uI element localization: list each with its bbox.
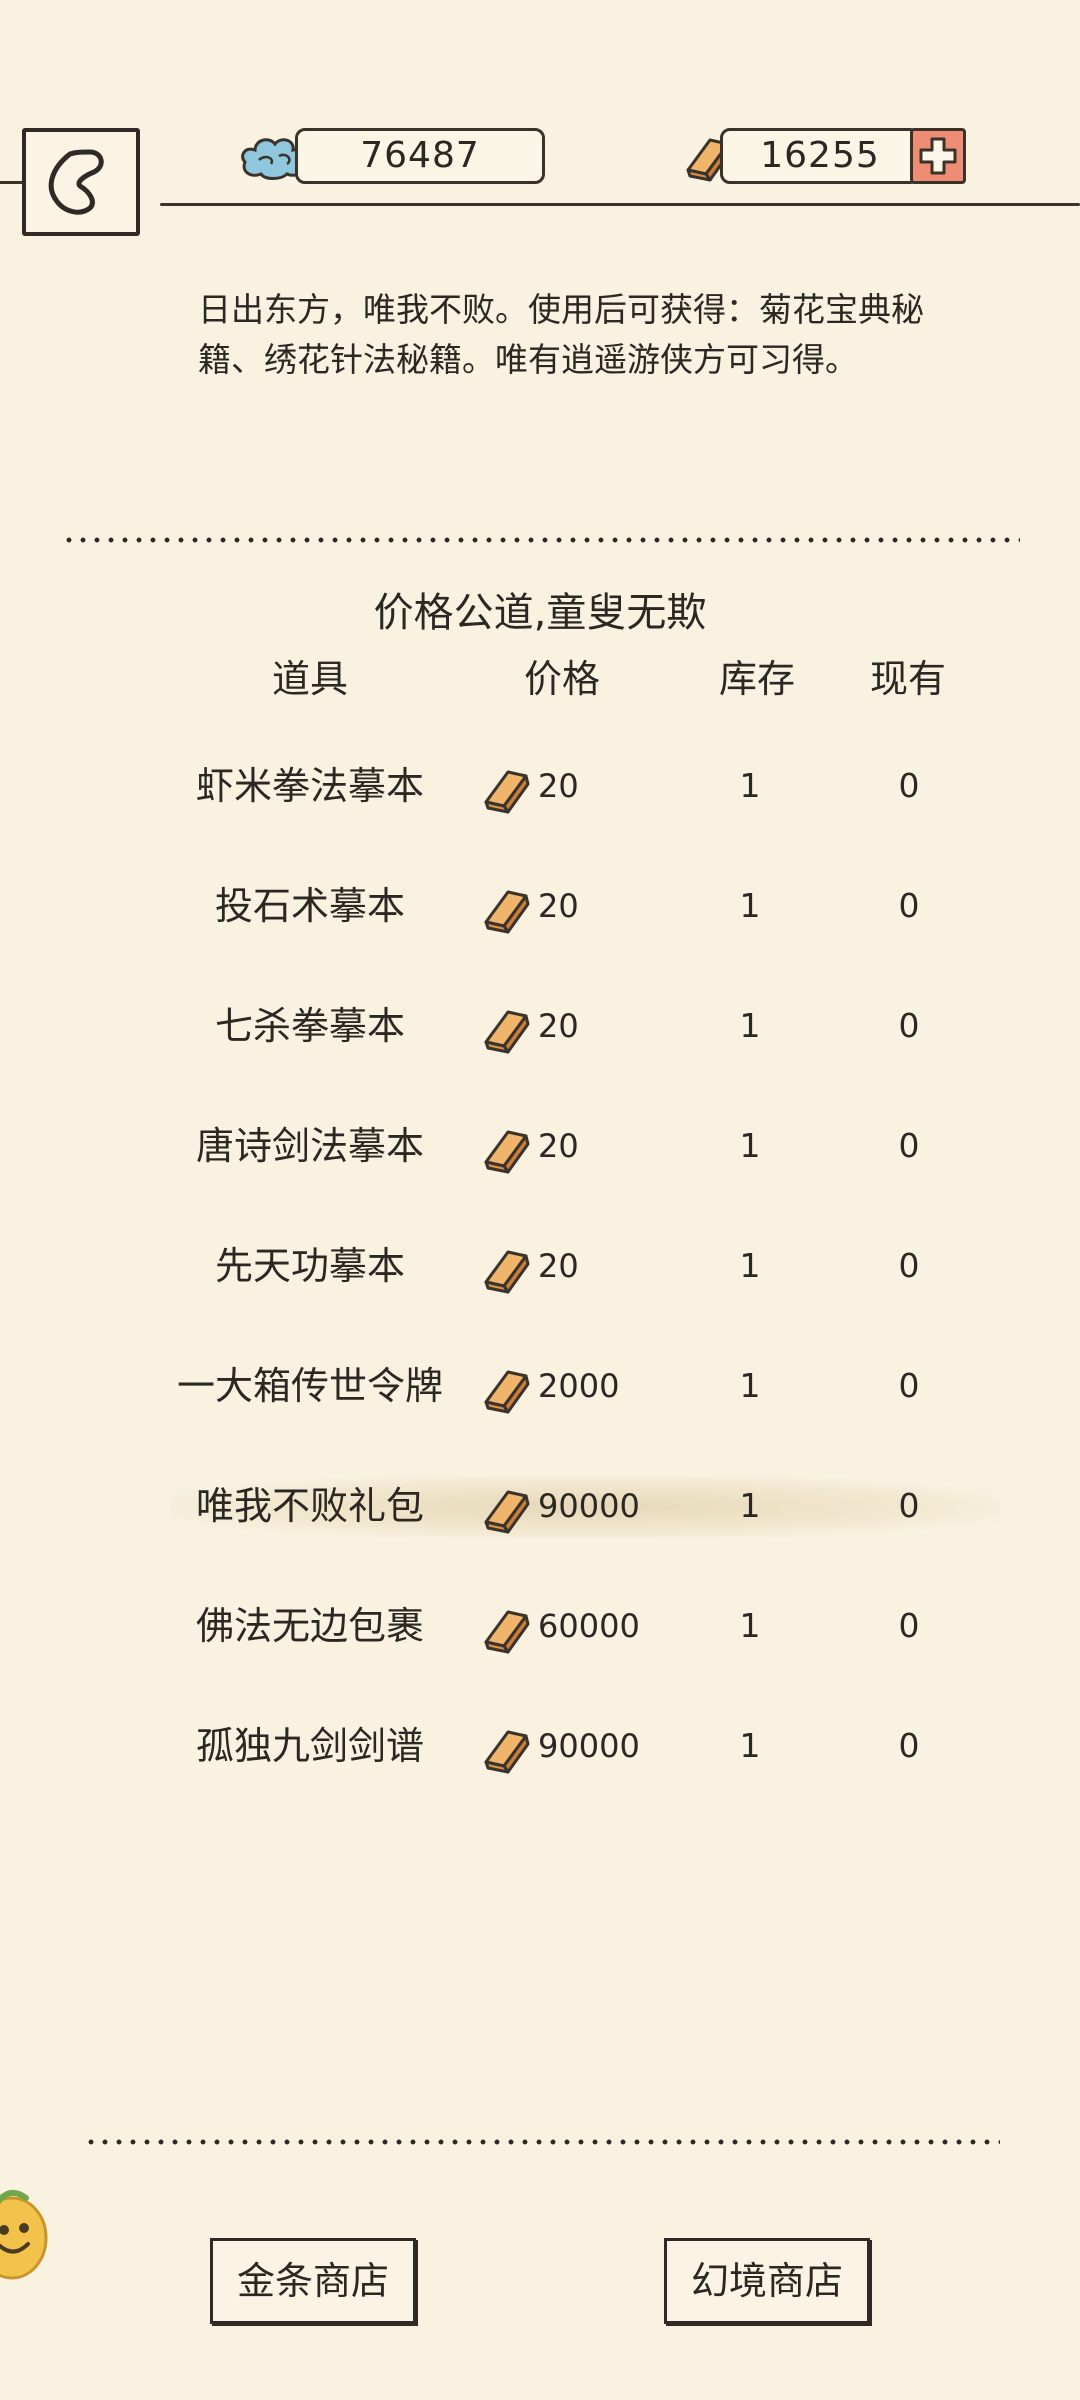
- item-stock: 1: [739, 1366, 761, 1405]
- shop-item-row[interactable]: 投石术摹本 20 1 0: [0, 846, 1080, 966]
- item-owned: 0: [898, 1726, 920, 1765]
- silver-counter: 76487: [235, 128, 555, 184]
- item-name: 虾米拳法摹本: [195, 764, 424, 808]
- shop-item-list: 虾米拳法摹本 20 1 0 投石术摹本 20 1 0 七杀拳摹本 20 1 0 …: [0, 726, 1080, 1806]
- item-stock: 1: [739, 1726, 761, 1765]
- header-divider: [160, 203, 1080, 206]
- item-description: 日出东方，唯我不败。使用后可获得：菊花宝典秘籍、绣花针法秘籍。唯有逍遥游侠方可习…: [198, 290, 924, 379]
- gold-bar-icon: [478, 1600, 534, 1660]
- shop-item-row[interactable]: 唐诗剑法摹本 20 1 0: [0, 1086, 1080, 1206]
- back-button[interactable]: [22, 128, 140, 236]
- table-header: 道具 价格 库存 现有: [0, 648, 1080, 704]
- item-owned: 0: [898, 1366, 920, 1405]
- silver-amount: 76487: [295, 128, 545, 184]
- dotted-divider-bottom: [84, 2138, 1000, 2146]
- item-owned: 0: [898, 1606, 920, 1645]
- gold-bar-icon: [478, 880, 534, 940]
- item-owned: 0: [898, 886, 920, 925]
- gold-shop-button[interactable]: 金条商店: [210, 2238, 416, 2324]
- mascot-icon[interactable]: [0, 2178, 60, 2302]
- item-price: 20: [538, 767, 579, 805]
- item-stock: 1: [739, 1126, 761, 1165]
- shop-item-row-selected[interactable]: 唯我不败礼包 90000 1 0: [0, 1446, 1080, 1566]
- item-owned: 0: [898, 766, 920, 805]
- shop-title: 价格公道,童叟无欺: [373, 590, 707, 636]
- gold-bar-icon: [478, 1240, 534, 1300]
- shop-item-row[interactable]: 孤独九剑剑谱 90000 1 0: [0, 1686, 1080, 1806]
- gold-bar-icon: [478, 760, 534, 820]
- shop-item-row[interactable]: 佛法无边包裹 60000 1 0: [0, 1566, 1080, 1686]
- item-price: 90000: [538, 1727, 640, 1765]
- item-price: 20: [538, 1127, 579, 1165]
- dotted-divider-top: [62, 536, 1020, 544]
- item-stock: 1: [739, 1006, 761, 1045]
- item-stock: 1: [739, 1486, 761, 1525]
- gold-amount: 16255: [720, 128, 920, 184]
- item-stock: 1: [739, 1246, 761, 1285]
- gold-bar-icon: [478, 1000, 534, 1060]
- header-item: 道具: [271, 657, 348, 701]
- shop-item-row[interactable]: 虾米拳法摹本 20 1 0: [0, 726, 1080, 846]
- item-name: 先天功摹本: [214, 1244, 405, 1288]
- header-price: 价格: [523, 657, 600, 701]
- header-owned: 现有: [869, 657, 946, 701]
- item-name: 唐诗剑法摹本: [195, 1124, 424, 1168]
- item-owned: 0: [898, 1006, 920, 1045]
- item-owned: 0: [898, 1246, 920, 1285]
- item-name: 一大箱传世令牌: [176, 1364, 443, 1408]
- shop-item-row[interactable]: 先天功摹本 20 1 0: [0, 1206, 1080, 1326]
- item-stock: 1: [739, 1606, 761, 1645]
- add-gold-button[interactable]: [910, 128, 966, 184]
- gold-bar-icon: [478, 1720, 534, 1780]
- header-divider-left: [0, 181, 22, 184]
- item-price: 20: [538, 1247, 579, 1285]
- item-price: 20: [538, 887, 579, 925]
- item-owned: 0: [898, 1126, 920, 1165]
- item-name: 七杀拳摹本: [214, 1004, 405, 1048]
- item-price: 60000: [538, 1607, 640, 1645]
- item-price: 2000: [538, 1367, 620, 1405]
- shop-item-row[interactable]: 一大箱传世令牌 2000 1 0: [0, 1326, 1080, 1446]
- shop-item-row[interactable]: 七杀拳摹本 20 1 0: [0, 966, 1080, 1086]
- item-owned: 0: [898, 1486, 920, 1525]
- gold-bar-icon: [478, 1120, 534, 1180]
- item-price: 90000: [538, 1487, 640, 1525]
- item-name: 投石术摹本: [214, 884, 405, 928]
- plus-icon: [913, 137, 963, 185]
- item-name: 孤独九剑剑谱: [195, 1724, 424, 1768]
- item-stock: 1: [739, 766, 761, 805]
- item-name: 唯我不败礼包: [195, 1484, 424, 1528]
- item-stock: 1: [739, 886, 761, 925]
- illusion-shop-button[interactable]: 幻境商店: [664, 2238, 870, 2324]
- item-price: 20: [538, 1007, 579, 1045]
- shop-page: 76487 16255 日出东方，唯我不败。使用后可获得：菊花宝典秘籍、绣花针法…: [0, 0, 1080, 2400]
- gold-bar-icon: [478, 1360, 534, 1420]
- item-name: 佛法无边包裹: [195, 1604, 424, 1648]
- gold-bar-icon: [478, 1480, 534, 1540]
